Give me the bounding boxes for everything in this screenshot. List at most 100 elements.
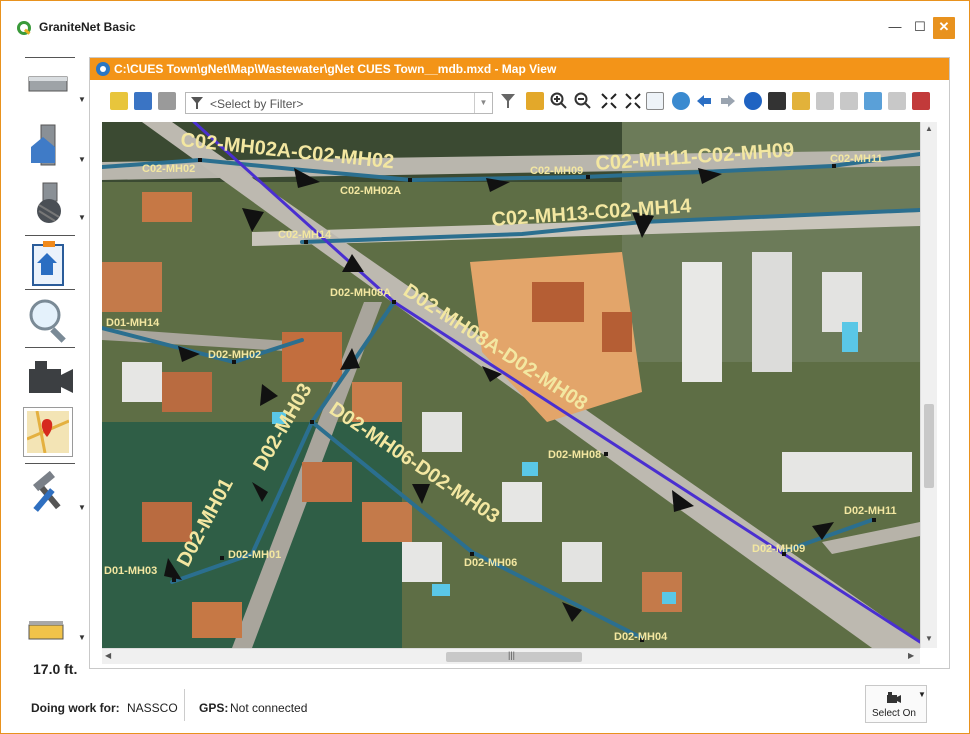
inspect-tool[interactable] (23, 293, 83, 345)
camera-tool[interactable] (23, 351, 83, 403)
full-extent-icon[interactable] (624, 92, 642, 110)
export-icon[interactable] (816, 92, 834, 110)
toolbar-separator (25, 57, 75, 58)
globe-icon[interactable] (672, 92, 690, 110)
gps-label: GPS: (199, 701, 229, 715)
map-view-icon (27, 411, 69, 453)
camera-icon (29, 361, 73, 393)
filter-icon[interactable] (500, 93, 516, 109)
node-label: C02-MH02A (340, 185, 401, 197)
lateral-tool[interactable]: ▼ (23, 177, 86, 229)
manhole-house-icon (31, 124, 56, 166)
node-label: D02-MH08 (548, 449, 601, 461)
toolbar-separator (25, 347, 75, 348)
chevron-down-icon[interactable]: ▼ (78, 213, 86, 222)
map-view-titlebar: C:\CUES Town\gNet\Map\Wastewater\gNet CU… (90, 58, 949, 80)
title-bar: GraniteNet Basic — ☐ ✕ (1, 1, 969, 39)
minimize-button[interactable]: — (884, 17, 906, 39)
edit-icon[interactable] (840, 92, 858, 110)
gps-value: Not connected (230, 701, 308, 715)
map-view-window: C:\CUES Town\gNet\Map\Wastewater\gNet CU… (89, 57, 950, 669)
granitenet-logo-icon (17, 21, 31, 35)
refresh-icon[interactable] (134, 92, 152, 110)
filter-icon (191, 97, 203, 109)
manhole-tool[interactable]: ▼ (23, 119, 86, 171)
toolbar-separator (25, 289, 75, 290)
import-export-icon (32, 241, 64, 286)
work-value: NASSCO (127, 701, 178, 715)
node-label: D01-MH14 (106, 317, 160, 329)
node-label: D02-MH06 (464, 557, 517, 569)
node-label: D02-MH02 (208, 349, 261, 361)
pipe-segment-tool[interactable]: ▼ (23, 59, 86, 111)
scroll-grip-icon: ||| (508, 650, 516, 660)
vertical-scrollbar[interactable]: ▲ ▼ (920, 122, 937, 648)
map-view-title: C:\CUES Town\gNet\Map\Wastewater\gNet CU… (114, 62, 557, 76)
chevron-down-icon[interactable]: ▼ (474, 93, 492, 113)
map-view-tool[interactable] (23, 407, 73, 457)
select-by-filter-dropdown[interactable]: <Select by Filter> ▼ (185, 92, 493, 114)
zoom-out-icon[interactable] (574, 92, 592, 110)
depth-readout: 17.0 ft. (33, 661, 78, 677)
open-folder-icon[interactable] (110, 92, 128, 110)
node-label: D02-MH11 (844, 505, 897, 517)
zoom-to-fit-icon[interactable] (600, 92, 618, 110)
maximize-button[interactable]: ☐ (909, 17, 931, 39)
node-label: C02-MH02 (142, 163, 195, 175)
trace-icon[interactable] (912, 92, 930, 110)
status-separator (184, 689, 185, 721)
horizontal-scrollbar[interactable]: ◀ ||| ▶ (102, 648, 920, 664)
print-icon[interactable] (158, 92, 176, 110)
scroll-right-icon[interactable]: ▶ (908, 651, 914, 660)
toolbar-separator (25, 463, 75, 464)
scroll-left-icon[interactable]: ◀ (105, 651, 111, 660)
chevron-down-icon[interactable]: ▼ (78, 155, 86, 164)
left-toolbar: ▼ ▼ ▼ ▼ ▼ 17.0 ft. (19, 49, 87, 689)
filter-placeholder: <Select by Filter> (210, 97, 304, 111)
back-arrow-icon[interactable] (696, 93, 712, 109)
node-label: C02-MH09 (530, 165, 583, 177)
work-label: Doing work for: (31, 701, 120, 715)
app-window: GraniteNet Basic — ☐ ✕ ▼ ▼ ▼ ▼ ▼ 17.0 ft… (0, 0, 970, 734)
chevron-down-icon[interactable]: ▼ (78, 633, 86, 642)
clear-selection-icon[interactable] (888, 92, 906, 110)
inspect-magnifier-icon (29, 299, 66, 343)
chevron-down-icon[interactable]: ▼ (78, 95, 86, 104)
import-export-tool[interactable] (23, 237, 83, 289)
node-label: C02-MH14 (278, 229, 332, 241)
binoculars-icon[interactable] (768, 92, 786, 110)
scroll-down-icon[interactable]: ▼ (925, 634, 933, 643)
settings-tool[interactable]: ▼ (23, 467, 86, 519)
node-label: D02-MH01 (228, 549, 281, 561)
tools-icon (33, 471, 61, 512)
map-document-icon (96, 62, 110, 76)
pipe-segment-icon (28, 76, 68, 92)
layers-icon[interactable] (526, 92, 544, 110)
chevron-down-icon[interactable]: ▼ (78, 503, 86, 512)
node-label: D02-MH09 (752, 543, 805, 555)
measure-icon[interactable] (792, 92, 810, 110)
scroll-thumb[interactable] (924, 404, 934, 488)
select-on-button[interactable]: ▼ Select On (865, 685, 927, 723)
select-on-label: Select On (872, 708, 916, 719)
node-label: C02-MH11 (830, 153, 883, 165)
zoom-in-icon[interactable] (550, 92, 568, 110)
close-button[interactable]: ✕ (933, 17, 955, 39)
forward-arrow-icon[interactable] (720, 93, 736, 109)
pan-hand-icon[interactable] (646, 92, 664, 110)
node-label: D02-MH08A (330, 287, 391, 299)
info-icon[interactable] (744, 92, 762, 110)
chevron-down-icon[interactable]: ▼ (918, 690, 926, 699)
image-icon[interactable] (864, 92, 882, 110)
lateral-connection-icon (37, 182, 61, 223)
depth-tool[interactable]: ▼ (23, 611, 86, 663)
aerial-map[interactable]: C02-MH02A-C02-MH02 C02-MH11-C02-MH09 C02… (102, 122, 920, 648)
status-bar: Doing work for: NASSCO GPS: Not connecte… (1, 681, 969, 733)
node-label: D01-MH03 (104, 565, 157, 577)
map-canvas[interactable]: C02-MH02A-C02-MH02 C02-MH11-C02-MH09 C02… (102, 122, 920, 648)
toolbar-separator (25, 235, 75, 236)
scroll-up-icon[interactable]: ▲ (925, 124, 933, 133)
node-label: D02-MH04 (614, 631, 668, 643)
camera-icon (887, 692, 901, 703)
app-title: GraniteNet Basic (39, 20, 136, 34)
